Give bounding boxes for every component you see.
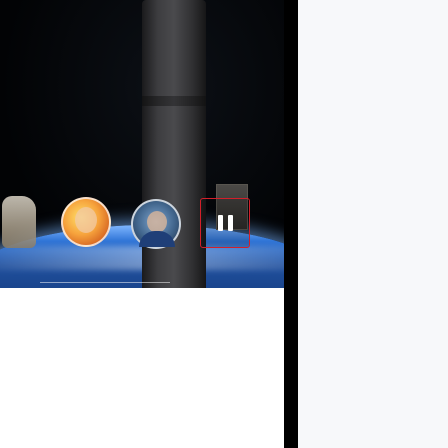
avatar-suit — [139, 231, 175, 247]
avatar-1[interactable] — [61, 197, 111, 247]
video-scrub-line — [40, 282, 170, 283]
avatar-2[interactable] — [131, 199, 181, 249]
avatar-face — [147, 211, 167, 233]
pause-button[interactable] — [200, 198, 250, 248]
astronaut-figure — [2, 196, 36, 248]
player-edge — [284, 0, 298, 448]
content-area — [0, 288, 284, 448]
video-player[interactable] — [0, 0, 298, 448]
pause-icon — [217, 215, 233, 231]
avatar-face — [75, 207, 97, 233]
video-frame — [0, 0, 284, 288]
rocket-band — [142, 96, 206, 106]
